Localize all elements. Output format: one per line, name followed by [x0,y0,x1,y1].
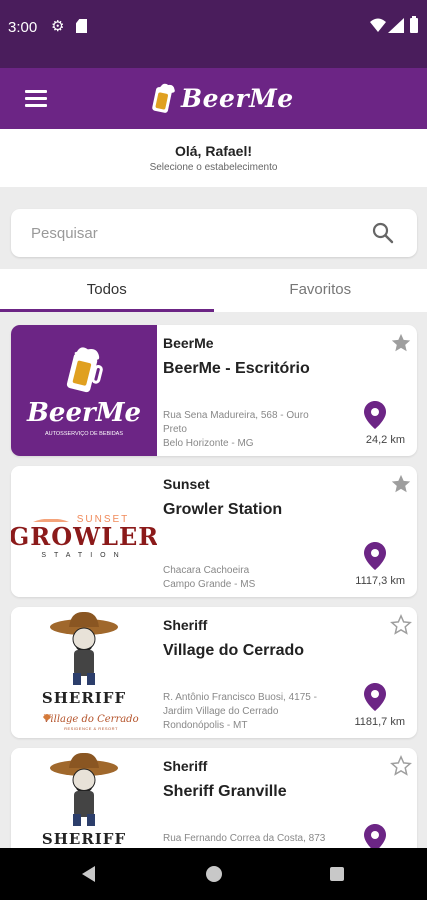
establishment-list: BeerMe AUTOSSERVIÇO DE BEBIDAS BeerMe Be… [0,312,427,848]
establishment-logo: BeerMe AUTOSSERVIÇO DE BEBIDAS [11,325,157,456]
card-address: Chacara Cachoeira Campo Grande - MS [163,565,256,590]
back-icon[interactable] [82,866,95,882]
favorite-star-outline-icon[interactable] [390,614,412,636]
establishment-card[interactable]: BeerMe AUTOSSERVIÇO DE BEBIDAS BeerMe Be… [11,325,417,456]
search-input[interactable] [31,222,361,244]
village-logo-text: Village do Cerrado [43,714,138,725]
establishment-card[interactable]: SUNSET GROWLER STATION Sunset Growler St… [11,466,417,597]
card-address: Rua Sena Madureira, 568 - Ouro Preto Bel… [163,410,309,449]
growler-logo-main: GROWLER [11,522,157,551]
card-title: BeerMe - Escritório [163,360,310,377]
card-title: Growler Station [163,501,283,518]
establishment-card[interactable]: SHERIFF Sheriff Sheriff Granville Rua Fe… [11,748,417,848]
establishment-logo: SHERIFF Village do Cerrado RESIDENCE & R… [11,607,157,738]
greeting-section: Olá, Rafael! Selecione o estabelecimento [0,129,427,187]
card-distance: 24,2 km [365,434,405,446]
favorite-star-filled-icon[interactable] [390,332,412,354]
search-icon[interactable] [371,221,395,245]
sheriff-logo-image: SHERIFF Village do Cerrado RESIDENCE & R… [42,611,139,731]
favorite-star-filled-icon[interactable] [390,473,412,495]
sheriff-logo-image: SHERIFF [42,752,126,848]
card-address: Rua Fernando Correa da Costa, 873 [163,833,326,844]
beerme-logo-image: BeerMe AUTOSSERVIÇO DE BEBIDAS [26,347,141,437]
status-time: 3:00 [8,19,38,36]
card-brand: Sunset [163,476,210,492]
status-bar: 3:00 ⚙ [0,0,427,68]
card-brand: Sheriff [163,758,208,774]
greeting-title: Olá, Rafael! [174,143,253,159]
settings-gear-icon: ⚙ [51,18,65,35]
system-nav-bar [0,848,427,900]
location-pin-icon [364,542,386,570]
tab-todos[interactable]: Todos [0,269,214,312]
growler-station-logo-image: SUNSET GROWLER STATION [11,513,157,559]
location-pin-icon [364,824,386,848]
app-logo: BeerMe [150,80,294,116]
favorite-star-outline-icon[interactable] [390,755,412,777]
sheriff-logo-text: SHERIFF [42,689,126,707]
home-icon[interactable] [206,866,222,882]
card-address: R. Antônio Francisco Buosi, 4175 - Jardi… [163,692,317,731]
greeting-subtitle: Selecione o estabelecimento [149,162,278,173]
card-brand: BeerMe [163,335,214,351]
establishment-logo: SHERIFF [11,748,157,848]
village-logo-subtext: RESIDENCE & RESORT [64,726,118,731]
wifi-icon [370,18,386,32]
card-distance: 1117,3 km [355,575,405,587]
establishment-logo: SUNSET GROWLER STATION [11,466,157,597]
search-box[interactable] [11,209,417,257]
tab-favoritos[interactable]: Favoritos [214,269,427,312]
card-title: Sheriff Granville [163,783,287,800]
sd-card-icon [76,19,87,33]
card-brand: Sheriff [163,617,208,633]
recent-apps-icon[interactable] [330,867,344,881]
app-bar: BeerMe [0,68,427,129]
beerme-logo-text: BeerMe [26,398,141,428]
signal-icon [388,18,404,33]
hamburger-menu-icon[interactable] [25,90,47,107]
establishment-card[interactable]: SHERIFF Village do Cerrado RESIDENCE & R… [11,607,417,738]
card-distance: 1181,7 km [354,716,405,728]
sheriff-logo-text: SHERIFF [42,830,126,848]
tab-bar: Todos Favoritos [0,269,427,312]
location-pin-icon [364,683,386,711]
brand-wordmark: BeerMe [181,83,294,113]
beer-mug-icon [152,83,175,113]
battery-icon [410,16,418,33]
card-title: Village do Cerrado [163,642,305,659]
growler-logo-bottom: STATION [41,552,126,559]
location-pin-icon [364,401,386,429]
beerme-logo-tagline: AUTOSSERVIÇO DE BEBIDAS [45,431,123,437]
